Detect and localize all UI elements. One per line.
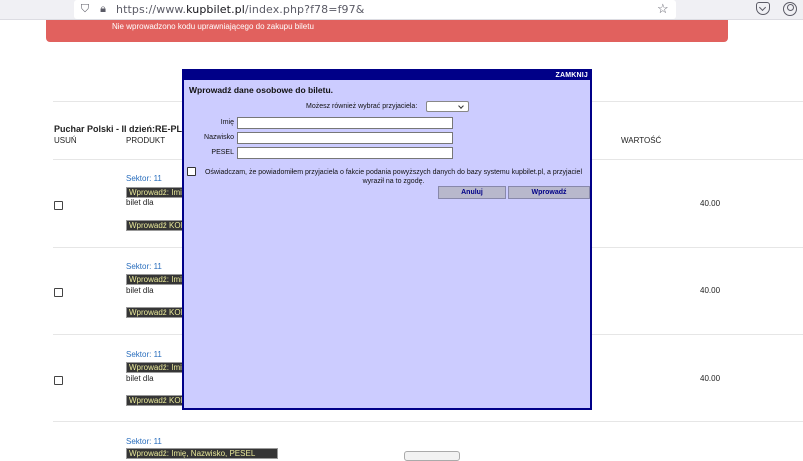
alert-message: Nie wprowadzono kodu uprawniającego do z… — [112, 22, 314, 31]
browser-toolbar: ⛉ 🔒︎ https://www.kupbilet.pl/index.php?f… — [0, 0, 803, 20]
close-button[interactable]: ZAMKNIJ — [555, 71, 588, 80]
ticket-for-label: bilet dla — [126, 286, 154, 295]
row-price: 40.00 — [700, 286, 721, 295]
shield-icon[interactable]: ⛉ — [78, 2, 92, 16]
friend-select[interactable] — [426, 101, 469, 112]
sector-link[interactable]: Sektor: 11 — [126, 174, 162, 183]
code-field[interactable]: Wprowadź KOD — [126, 307, 186, 318]
code-field[interactable]: Wprowadź KOD — [126, 395, 186, 406]
personal-data-field[interactable]: Wprowadź: Imię, Nazwisko, PESEL — [126, 274, 186, 285]
last-name-label: Nazwisko — [204, 134, 234, 141]
code-field[interactable]: Wprowadź KOD — [126, 220, 186, 231]
column-header-remove: USUŃ — [54, 136, 77, 145]
sector-link[interactable]: Sektor: 11 — [126, 437, 162, 446]
submit-button[interactable]: Wprowadź — [508, 186, 590, 199]
personal-data-modal: ZAMKNIJ Wprowadź dane osobowe do biletu.… — [182, 69, 592, 410]
last-name-field[interactable] — [237, 132, 453, 144]
cancel-button[interactable]: Anuluj — [438, 186, 506, 199]
remove-checkbox[interactable] — [54, 288, 63, 297]
star-icon[interactable]: ☆ — [657, 1, 669, 17]
pesel-label: PESEL — [211, 149, 234, 156]
first-name-label: Imię — [220, 119, 234, 126]
column-header-product: PRODUKT — [126, 136, 166, 145]
remove-checkbox[interactable] — [54, 201, 63, 210]
sector-link[interactable]: Sektor: 11 — [126, 350, 162, 359]
column-header-value: WARTOŚĆ — [621, 136, 662, 145]
first-name-field[interactable] — [237, 117, 453, 129]
pocket-icon[interactable] — [756, 2, 770, 15]
row-price: 40.00 — [700, 374, 721, 383]
sector-link[interactable]: Sektor: 11 — [126, 262, 162, 271]
consent-text: Oświadczam, że powiadomiłem przyjaciela … — [204, 169, 582, 185]
ticket-for-label: bilet dla — [126, 374, 154, 383]
modal-title-bar: ZAMKNIJ — [184, 71, 590, 80]
row-price: 40.00 — [700, 199, 721, 208]
lock-icon[interactable]: 🔒︎ — [96, 2, 110, 16]
divider — [53, 421, 803, 422]
personal-data-field[interactable]: Wprowadź: Imię, Nazwisko, PESEL — [126, 187, 186, 198]
personal-data-field[interactable]: Wprowadź: Imię, Nazwisko, PESEL — [126, 362, 186, 373]
remove-checkbox[interactable] — [54, 376, 63, 385]
friend-select-label: Możesz również wybrać przyjaciela: — [306, 103, 418, 110]
ticket-for-label: bilet dla — [126, 198, 154, 207]
personal-data-field[interactable]: Wprowadź: Imię, Nazwisko, PESEL — [126, 448, 278, 459]
modal-heading: Wprowadź dane osobowe do biletu. — [189, 85, 334, 95]
error-alert: Nie wprowadzono kodu uprawniającego do z… — [46, 20, 728, 42]
url-text[interactable]: https://www.kupbilet.pl/index.php?f78=f9… — [116, 3, 364, 16]
consent-checkbox[interactable] — [187, 167, 196, 176]
address-bar[interactable]: ⛉ 🔒︎ https://www.kupbilet.pl/index.php?f… — [74, 0, 676, 19]
pesel-field[interactable] — [237, 147, 453, 159]
account-icon[interactable] — [783, 2, 797, 16]
row-button[interactable] — [404, 451, 460, 461]
match-title: Puchar Polski - II dzień:RE-PLAST — [54, 124, 201, 134]
